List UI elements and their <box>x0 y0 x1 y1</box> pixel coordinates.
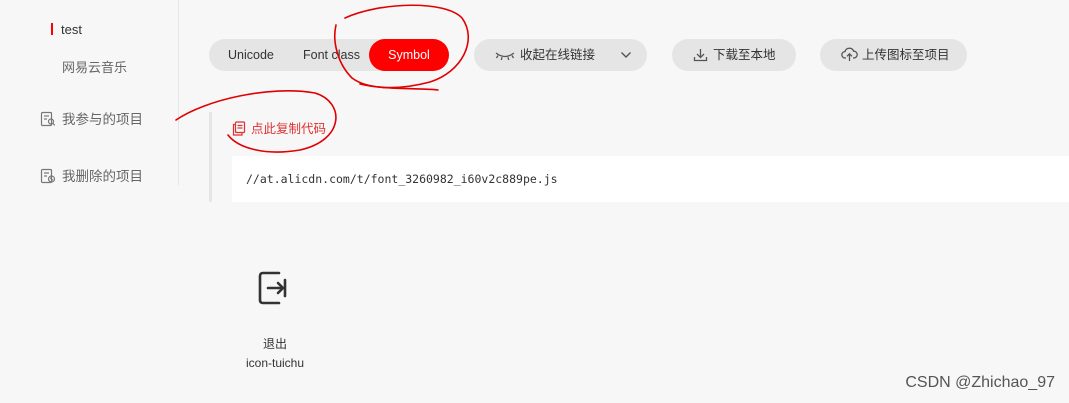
icon-card[interactable]: 退出 icon-tuichu <box>230 262 320 377</box>
download-button[interactable]: 下载至本地 <box>672 39 796 71</box>
tab-unicode[interactable]: Unicode <box>228 39 274 71</box>
sidebar-item-label: 网易云音乐 <box>62 60 128 75</box>
sidebar-item-test[interactable]: test <box>51 22 82 37</box>
symbol-underline-annotation <box>359 83 439 91</box>
icon-code-name: icon-tuichu <box>245 356 305 370</box>
icon-name: 退出 <box>262 337 287 351</box>
tab-font-class[interactable]: Font class <box>303 39 360 71</box>
sidebar-item-netease-music[interactable]: 网易云音乐 <box>62 57 127 76</box>
exit-icon <box>258 271 287 305</box>
copy-icon <box>232 121 246 136</box>
active-marker <box>51 23 53 35</box>
sidebar-item-label: test <box>61 22 82 37</box>
tab-symbol[interactable]: Symbol <box>369 39 449 71</box>
sidebar: test 网易云音乐 我参与的项目 我删除的项目 <box>0 0 179 185</box>
sidebar-item-label: 我删除的项目 <box>62 169 143 184</box>
deleted-projects-icon <box>40 168 56 184</box>
collapse-online-link-button[interactable]: 收起在线链接 <box>474 39 647 71</box>
format-tab-group: Unicode Font class Symbol <box>209 39 449 71</box>
watermark: CSDN @Zhichao_97 <box>905 374 1055 391</box>
sidebar-item-deleted[interactable]: 我删除的项目 <box>40 165 143 185</box>
upload-icons-button[interactable]: 上传图标至项目 <box>820 39 967 71</box>
collapse-online-link-label: 收起在线链接 <box>520 48 596 62</box>
copy-code-link[interactable]: 点此复制代码 <box>232 118 326 137</box>
download-label: 下载至本地 <box>713 48 776 62</box>
upload-label: 上传图标至项目 <box>862 48 950 62</box>
chevron-down-icon <box>621 52 631 58</box>
code-box: //at.alicdn.com/t/font_3260982_i60v2c889… <box>232 156 1069 202</box>
sidebar-item-participating[interactable]: 我参与的项目 <box>40 108 143 128</box>
cloud-upload-icon <box>841 47 858 61</box>
embed-code-text[interactable]: //at.alicdn.com/t/font_3260982_i60v2c889… <box>246 172 558 186</box>
copy-code-label: 点此复制代码 <box>251 122 327 136</box>
participating-projects-icon <box>40 111 56 127</box>
code-panel-accent-bar <box>209 112 212 202</box>
sidebar-item-label: 我参与的项目 <box>62 112 143 127</box>
download-icon <box>693 49 708 62</box>
eye-closed-icon <box>495 52 515 61</box>
